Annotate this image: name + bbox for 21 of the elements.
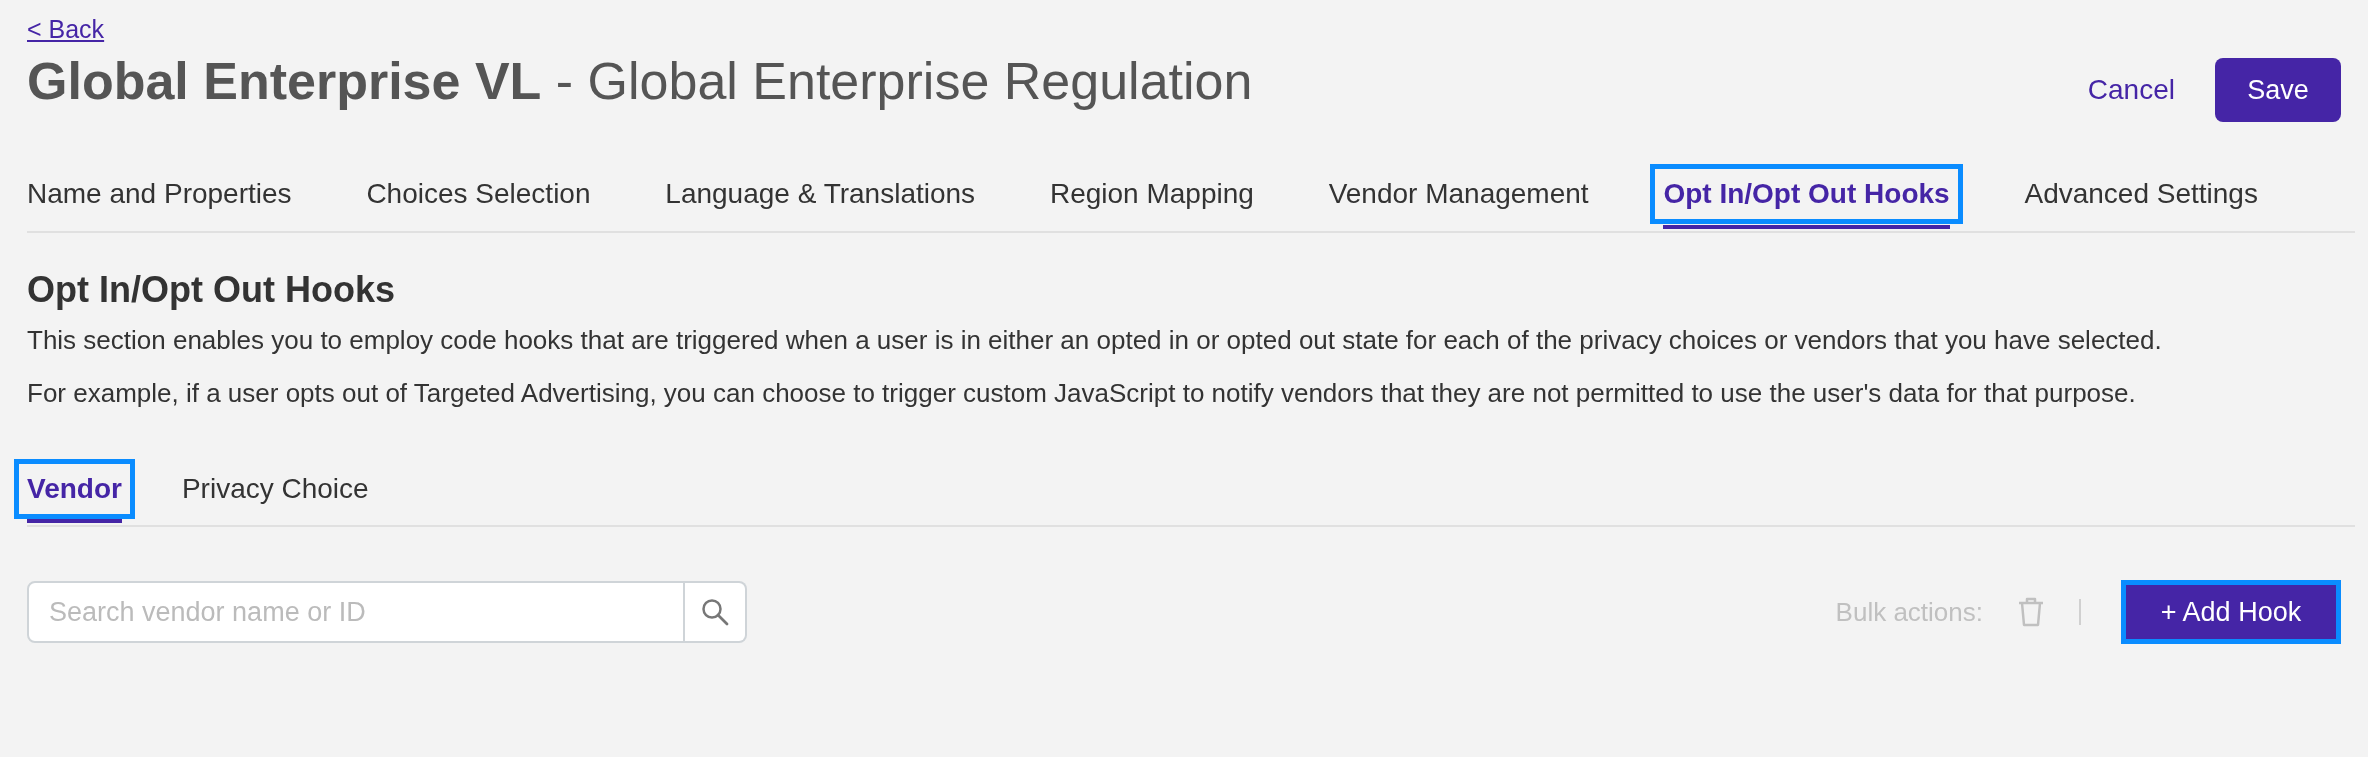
tab[interactable]: Vendor: [14, 459, 135, 519]
tab[interactable]: Advanced Settings: [2011, 164, 2271, 224]
section-heading: Opt In/Opt Out Hooks: [27, 268, 396, 312]
tab[interactable]: Language & Translations: [652, 164, 989, 224]
back-link[interactable]: < Back: [27, 12, 105, 46]
search-field[interactable]: Search vendor name or ID: [27, 581, 685, 643]
search-icon: [701, 598, 729, 626]
tab[interactable]: Name and Properties: [14, 164, 305, 224]
add-hook-button[interactable]: + Add Hook: [2121, 580, 2341, 644]
tab[interactable]: Vendor Management: [1315, 164, 1602, 224]
tab[interactable]: Privacy Choice: [168, 459, 382, 519]
page-subtitle: - Global Enterprise Regulation: [555, 52, 1253, 110]
tab[interactable]: Choices Selection: [353, 164, 604, 224]
save-button[interactable]: Save: [2215, 58, 2341, 122]
tab[interactable]: Opt In/Opt Out Hooks: [1650, 164, 1963, 224]
description-text: For example, if a user opts out of Targeted Advertising, you can choose to trigger custom JavaScript to notify vendors that they are not permitted to use the user's data for that purpose.: [27, 377, 2137, 410]
page-title: Global Enterprise VL: [27, 52, 542, 110]
search-button[interactable]: [685, 581, 747, 643]
tab[interactable]: Region Mapping: [1036, 164, 1267, 224]
cancel-link[interactable]: Cancel: [2087, 69, 2175, 111]
description-text: This section enables you to employ code hooks that are triggered when a user is in either an opted in or opted out state for each of the privacy choices or vendors that you have selected.: [27, 324, 2163, 357]
